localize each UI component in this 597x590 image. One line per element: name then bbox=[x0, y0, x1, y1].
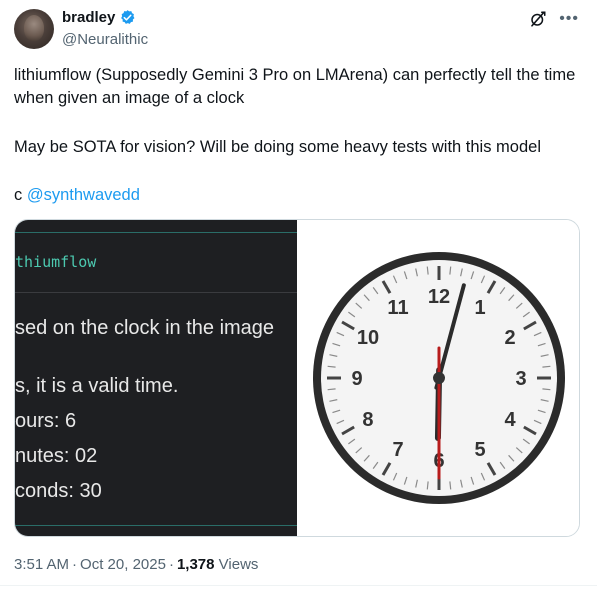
tweet-top-actions: ••• bbox=[529, 10, 579, 28]
credit-prefix: c bbox=[14, 186, 27, 204]
clock-number: 2 bbox=[504, 327, 515, 349]
clock-number: 5 bbox=[474, 439, 485, 461]
analog-clock: 121234567891011 bbox=[313, 252, 565, 504]
terminal-line: s, it is a valid time. bbox=[15, 375, 179, 397]
clock-number: 4 bbox=[504, 409, 516, 431]
clock-number: 9 bbox=[351, 368, 362, 390]
terminal-line: conds: 30 bbox=[15, 480, 102, 502]
terminal-line: sed on the clock in the image bbox=[15, 317, 275, 339]
clock-number: 7 bbox=[392, 439, 403, 461]
terminal-divider-bottom bbox=[15, 525, 297, 526]
clock-center-pin bbox=[433, 372, 445, 384]
tweet-text-paragraph-1: lithiumflow (Supposedly Gemini 3 Pro on … bbox=[14, 66, 576, 107]
clock-minute-tick bbox=[327, 388, 336, 391]
bottom-divider bbox=[0, 585, 597, 586]
tweet-meta: 3:51 AM · Oct 20, 2025 · 1,378 Views bbox=[14, 556, 258, 573]
avatar[interactable] bbox=[14, 9, 54, 49]
author-handle[interactable]: @Neuralithic bbox=[62, 31, 148, 48]
terminal-line: nutes: 02 bbox=[15, 445, 98, 467]
terminal-divider-mid bbox=[15, 292, 297, 293]
clock-minute-tick bbox=[426, 266, 429, 275]
terminal-line: ours: 6 bbox=[15, 410, 77, 432]
views-label: Views bbox=[218, 556, 259, 573]
views-count: 1,378 bbox=[176, 556, 215, 573]
clock-minute-tick bbox=[449, 266, 452, 275]
clock-number: 12 bbox=[428, 286, 450, 308]
terminal-title: thiumflow bbox=[15, 253, 97, 271]
clock-minute-tick bbox=[426, 481, 429, 490]
verified-badge-icon[interactable] bbox=[119, 9, 136, 26]
tweet-text-paragraph-2: May be SOTA for vision? Will be doing so… bbox=[14, 138, 542, 156]
clock-number: 3 bbox=[515, 368, 526, 390]
author-name-row: bradley bbox=[62, 9, 136, 26]
avatar-face bbox=[24, 15, 44, 41]
clock-minute-tick bbox=[449, 481, 452, 490]
tweet-credit: c @synthwavedd bbox=[14, 184, 140, 207]
terminal-divider-top bbox=[15, 232, 297, 233]
clock-minute-tick bbox=[542, 365, 551, 368]
mention-link[interactable]: @synthwavedd bbox=[27, 186, 140, 204]
tweet-media[interactable]: thiumflow sed on the clock in the image … bbox=[14, 219, 580, 537]
tweet-date[interactable]: Oct 20, 2025 bbox=[80, 556, 166, 573]
clock-minute-tick bbox=[542, 388, 551, 391]
clock-number: 8 bbox=[362, 409, 373, 431]
terminal-screenshot: thiumflow sed on the clock in the image … bbox=[15, 220, 297, 536]
clock-number: 1 bbox=[474, 297, 485, 319]
clock-number: 10 bbox=[357, 327, 379, 349]
clock-number: 11 bbox=[387, 297, 408, 319]
meta-separator: · bbox=[72, 556, 78, 573]
grok-icon[interactable] bbox=[529, 10, 547, 28]
clock-image: 121234567891011 bbox=[297, 220, 579, 536]
meta-separator: · bbox=[168, 556, 174, 573]
tweet-time[interactable]: 3:51 AM bbox=[14, 556, 69, 573]
author-display-name[interactable]: bradley bbox=[62, 9, 115, 26]
more-options-icon[interactable]: ••• bbox=[559, 10, 579, 28]
clock-minute-tick bbox=[327, 365, 336, 368]
